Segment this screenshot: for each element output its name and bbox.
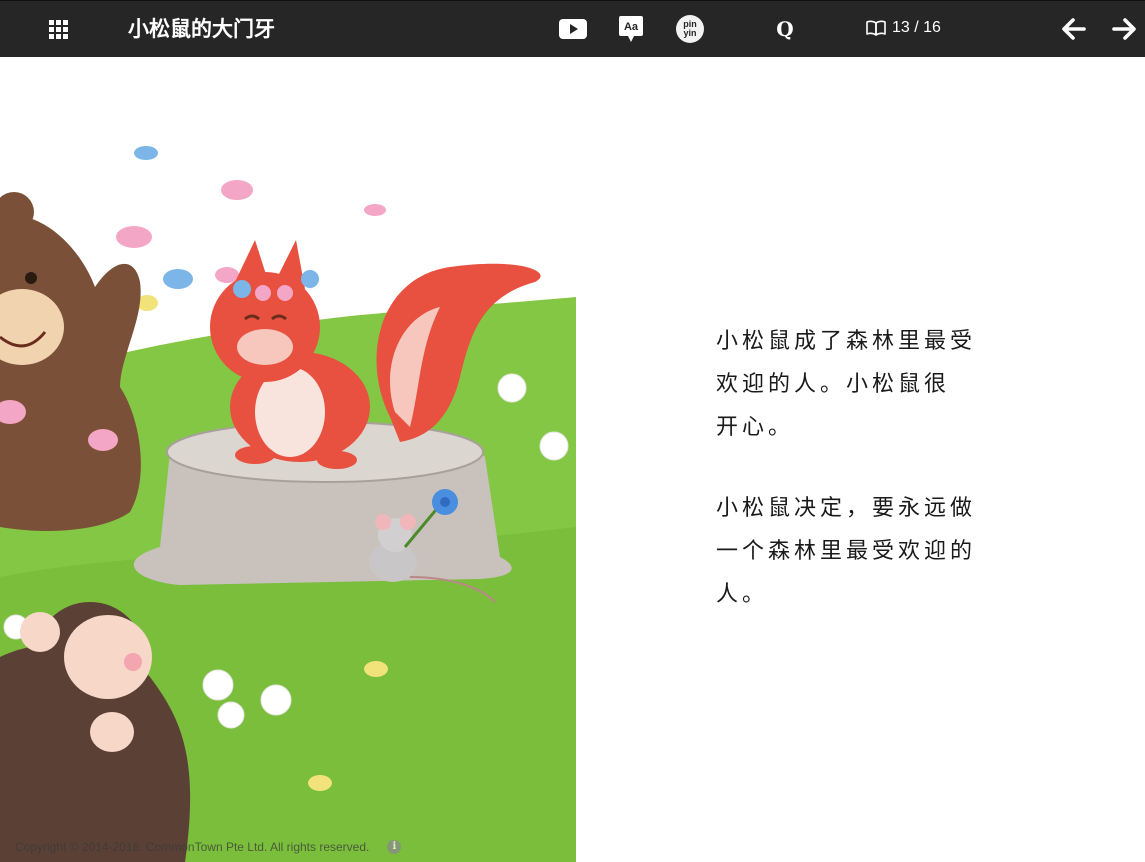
previous-page-button[interactable] (1058, 15, 1088, 43)
search-button[interactable]: Q (770, 14, 800, 44)
top-toolbar: 小松鼠的大门牙 Aa pin yin Q 13 / 16 (0, 0, 1145, 57)
story-text: 小松鼠成了森林里最受 欢迎的人。小松鼠很 开心。 小松鼠决定，要永远做 一个森林… (716, 320, 1006, 654)
page-number: 13 / 16 (892, 19, 941, 36)
copyright-text: Copyright © 2014-2018. CommonTown Pte Lt… (15, 840, 370, 854)
info-icon[interactable]: i (387, 840, 402, 854)
book-title: 小松鼠的大门牙 (128, 16, 275, 41)
story-illustration (0, 57, 576, 862)
story-paragraph: 小松鼠决定，要永远做 一个森林里最受欢迎的 人。 (716, 496, 977, 607)
story-paragraph: 小松鼠成了森林里最受 欢迎的人。小松鼠很 开心。 (716, 329, 977, 440)
grid-icon (48, 19, 68, 39)
arrow-left-icon (1062, 18, 1086, 40)
font-icon-label: Aa (624, 21, 639, 33)
font-size-icon: Aa (619, 16, 643, 42)
page-indicator: 13 / 16 (865, 16, 941, 40)
video-button[interactable] (558, 15, 588, 43)
pinyin-button[interactable]: pin yin (675, 14, 705, 44)
play-icon (559, 19, 587, 39)
pinyin-icon: pin yin (676, 15, 704, 43)
grid-menu-button[interactable] (46, 17, 70, 41)
font-size-button[interactable]: Aa (616, 13, 646, 45)
next-page-button[interactable] (1110, 15, 1140, 43)
pinyin-label-bottom: yin (683, 28, 697, 38)
copyright-footer: Copyright © 2014-2018. CommonTown Pte Lt… (15, 838, 402, 856)
book-icon (866, 20, 886, 36)
search-icon: Q (776, 17, 794, 41)
arrow-right-icon (1112, 18, 1136, 40)
